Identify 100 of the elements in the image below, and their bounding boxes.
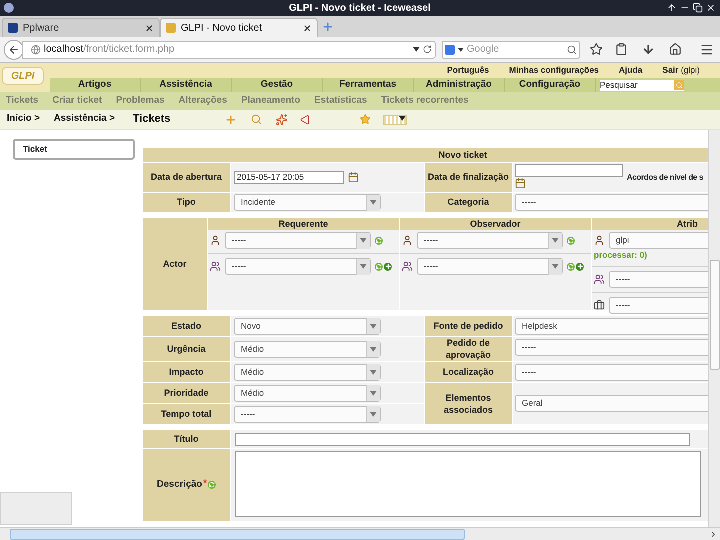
menu-icon[interactable] xyxy=(700,42,714,56)
dropdown[interactable]: Helpdesk xyxy=(515,318,708,334)
add-icon[interactable] xyxy=(576,262,584,270)
dropdown[interactable]: Médio xyxy=(234,340,381,358)
search-icon[interactable] xyxy=(250,114,262,125)
caret-icon xyxy=(366,341,380,357)
refresh-icon[interactable] xyxy=(567,236,575,244)
dropdown[interactable]: Geral xyxy=(515,395,708,412)
globe-icon xyxy=(31,44,41,54)
people-icon xyxy=(210,261,221,272)
person-icon xyxy=(402,235,413,246)
caret-icon xyxy=(356,258,370,274)
field-label: Elementos associados xyxy=(425,383,512,424)
form-header: Novo ticket xyxy=(143,148,708,162)
logout-link[interactable]: Sair (glpi) xyxy=(662,64,700,77)
field-label: Localização xyxy=(425,362,512,382)
search-input[interactable]: Google xyxy=(467,42,557,57)
dropdown[interactable]: Incidente xyxy=(234,194,381,211)
dropdown[interactable]: ----- xyxy=(515,194,708,211)
title-input[interactable] xyxy=(235,432,690,446)
dropdown[interactable]: ----- xyxy=(609,296,708,314)
horizontal-scrollbar[interactable] xyxy=(0,527,720,540)
search-input[interactable]: Pesquisar xyxy=(600,78,670,92)
download-icon[interactable] xyxy=(642,43,655,56)
browser-tab[interactable]: GLPI - Novo ticket xyxy=(160,18,318,37)
dropdown[interactable]: ----- xyxy=(417,258,563,275)
search-icon[interactable] xyxy=(567,44,577,54)
dropdown[interactable]: ----- xyxy=(515,364,708,380)
calendar-icon[interactable] xyxy=(515,178,526,190)
tab-title: GLPI - Novo ticket xyxy=(181,22,262,36)
browser-tab[interactable]: Pplware xyxy=(2,18,160,37)
refresh-icon[interactable] xyxy=(567,262,575,270)
calendar-icon[interactable] xyxy=(348,172,359,184)
field-label: Fonte de pedido xyxy=(425,316,512,336)
refresh-icon[interactable] xyxy=(375,262,383,270)
breadcrumb-link[interactable]: Assistência > xyxy=(54,112,115,127)
briefcase-icon xyxy=(594,300,605,311)
new-tab-icon[interactable] xyxy=(322,21,334,33)
dropdown[interactable]: ----- xyxy=(609,270,708,288)
field-label: Descrição xyxy=(157,478,202,492)
column-header: Atrib xyxy=(592,218,708,230)
column-header: Requerente xyxy=(208,218,399,230)
dropdown[interactable]: Novo xyxy=(234,318,381,334)
sparkle-icon[interactable] xyxy=(276,114,288,126)
field-label: Impacto xyxy=(143,362,230,382)
vertical-scrollbar[interactable] xyxy=(708,130,720,527)
window-title: GLPI - Novo ticket - Iceweasel xyxy=(288,2,432,16)
app-icon xyxy=(4,3,14,13)
dropdown-icon[interactable] xyxy=(413,47,420,52)
caret-icon xyxy=(366,406,380,422)
caret-icon xyxy=(548,232,562,248)
address-bar[interactable]: localhost/front/ticket.form.php xyxy=(22,40,436,58)
description-textarea[interactable] xyxy=(235,451,701,517)
restore-icon[interactable] xyxy=(693,3,703,13)
caret-icon xyxy=(366,385,380,401)
close-icon[interactable] xyxy=(303,24,312,32)
back-button[interactable] xyxy=(4,40,24,60)
header-link[interactable]: Português xyxy=(447,64,490,77)
add-icon[interactable] xyxy=(384,262,392,270)
caret-icon xyxy=(548,258,562,274)
sidebar-tab[interactable]: Ticket xyxy=(13,139,135,160)
dropdown[interactable]: ----- xyxy=(225,258,371,275)
field-label: Categoria xyxy=(425,193,512,212)
bookmark-star-icon[interactable] xyxy=(590,43,603,56)
scroll-right-icon[interactable] xyxy=(709,530,718,538)
reload-icon[interactable] xyxy=(423,45,432,54)
triangle-icon[interactable] xyxy=(300,114,310,124)
dropdown[interactable]: ----- xyxy=(234,406,381,422)
dropdown[interactable]: glpi xyxy=(609,232,708,249)
dropdown[interactable]: Médio xyxy=(234,364,381,380)
caret-icon[interactable] xyxy=(458,48,464,52)
field-label: Data de finalização xyxy=(425,163,512,192)
field-label: Título xyxy=(143,430,230,448)
header-link[interactable]: Minhas configurações xyxy=(509,64,600,77)
search-field[interactable]: Pesquisar xyxy=(600,80,684,90)
date-input[interactable]: 2015-05-17 20:05 xyxy=(234,171,344,184)
clipboard-icon[interactable] xyxy=(615,43,628,56)
close-icon[interactable] xyxy=(706,3,716,13)
dropdown[interactable]: ----- xyxy=(225,232,371,249)
dropdown[interactable]: ----- xyxy=(515,339,708,356)
dropdown[interactable]: Médio xyxy=(234,384,381,402)
tab-title: Pplware xyxy=(23,22,60,36)
refresh-icon[interactable] xyxy=(375,236,383,244)
search-field[interactable]: Google xyxy=(442,40,580,58)
dropdown[interactable]: ----- xyxy=(417,232,563,249)
breadcrumb-link[interactable]: Início > xyxy=(7,112,40,127)
required-mark: * xyxy=(203,476,207,490)
close-icon[interactable] xyxy=(145,24,154,32)
home-icon[interactable] xyxy=(669,43,682,56)
site-icon xyxy=(8,23,18,33)
caret-icon xyxy=(366,318,380,334)
star-icon[interactable] xyxy=(360,114,371,125)
maximize-up-icon[interactable] xyxy=(667,3,677,13)
refresh-icon[interactable] xyxy=(208,481,216,489)
header-link[interactable]: Ajuda xyxy=(619,64,643,77)
columns-dropdown-icon[interactable] xyxy=(382,114,407,124)
field-label: Prioridade xyxy=(143,383,230,403)
person-icon xyxy=(210,235,221,246)
date-input[interactable] xyxy=(515,164,623,177)
back-arrow-icon xyxy=(8,44,20,56)
